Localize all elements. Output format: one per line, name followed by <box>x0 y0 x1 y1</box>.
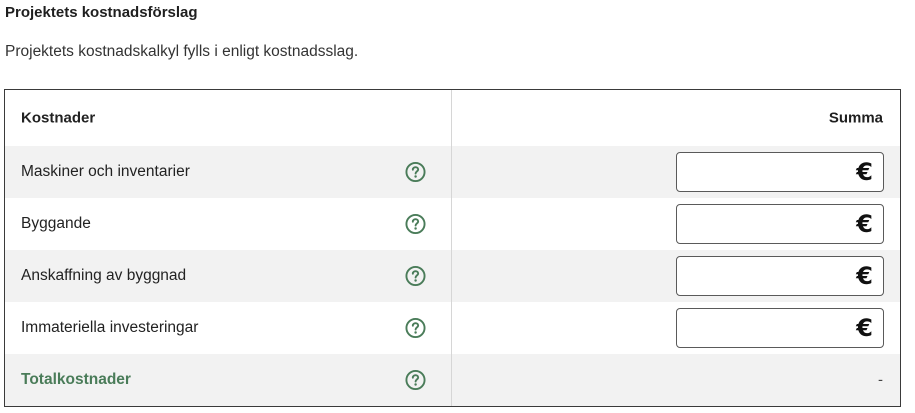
euro-icon: € <box>856 158 873 186</box>
help-icon[interactable] <box>405 265 426 287</box>
cost-type-label: Maskiner och inventarier <box>21 163 190 180</box>
amount-input[interactable] <box>677 257 847 295</box>
euro-icon: € <box>856 262 873 290</box>
table-row: Byggande € <box>5 198 900 250</box>
table-row: Maskiner och inventarier € <box>5 146 900 198</box>
amount-input[interactable] <box>677 153 847 191</box>
help-icon[interactable] <box>405 369 426 391</box>
amount-field[interactable]: € <box>676 152 884 192</box>
cost-type-label: Immateriella investeringar <box>21 319 199 336</box>
amount-input[interactable] <box>677 205 847 243</box>
amount-input[interactable] <box>677 309 847 347</box>
table-row: Immateriella investeringar € <box>5 302 900 354</box>
amount-field[interactable]: € <box>676 204 884 244</box>
costs-column-header: Kostnader <box>21 109 96 127</box>
section-description: Projektets kostnadskalkyl fylls i enligt… <box>5 43 359 60</box>
cost-type-label: Anskaffning av byggnad <box>21 267 187 284</box>
help-icon[interactable] <box>405 213 426 235</box>
table-row: Anskaffning av byggnad € <box>5 250 900 302</box>
cost-type-label: Byggande <box>21 215 91 232</box>
section-title: Projektets kostnadsförslag <box>5 4 198 21</box>
euro-icon: € <box>856 210 873 238</box>
total-label: Totalkostnader <box>21 371 131 388</box>
total-value: - <box>878 371 883 389</box>
table-header-row: Kostnader Summa <box>5 90 900 146</box>
euro-icon: € <box>856 314 873 342</box>
amount-field[interactable]: € <box>676 256 884 296</box>
total-row: Totalkostnader - <box>5 354 900 406</box>
help-icon[interactable] <box>405 317 426 339</box>
column-divider <box>451 90 452 406</box>
cost-table: Kostnader Summa Maskiner och inventarier… <box>4 89 901 407</box>
help-icon[interactable] <box>405 161 426 183</box>
sum-column-header: Summa <box>828 109 883 127</box>
amount-field[interactable]: € <box>676 308 884 348</box>
